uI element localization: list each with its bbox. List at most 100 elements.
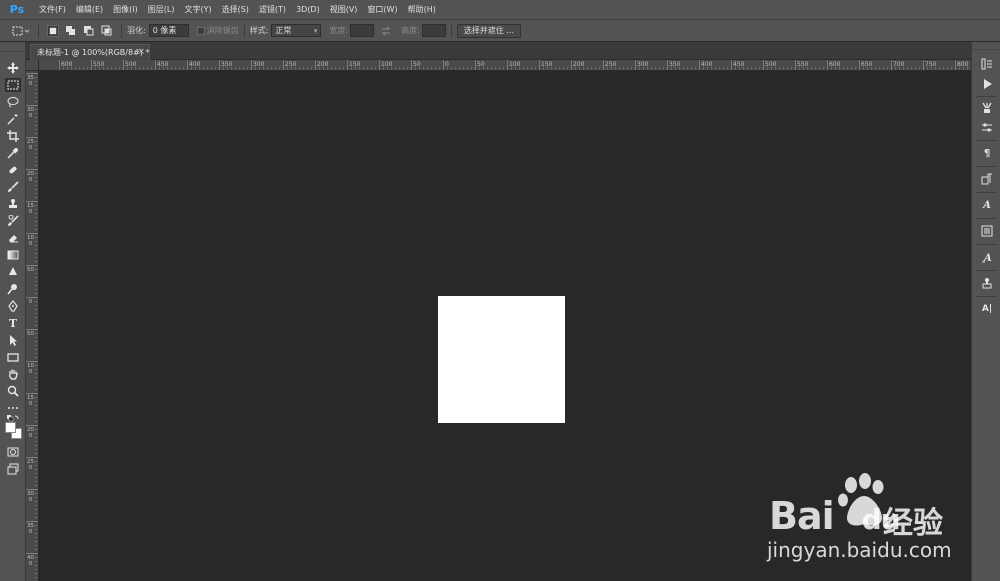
blur-tool-icon[interactable] xyxy=(5,265,21,279)
ruler-minor-tick xyxy=(175,67,176,70)
ruler-minor-tick xyxy=(35,237,38,238)
menu-image[interactable]: 图像(I) xyxy=(108,4,143,15)
ruler-minor-tick xyxy=(111,67,112,70)
paragraph-panel-icon[interactable]: ¶ xyxy=(979,145,995,161)
document-tab[interactable]: 未标题-1 @ 100%(RGB/8#) * × xyxy=(30,44,150,60)
ruler-minor-tick xyxy=(515,67,516,70)
close-icon[interactable]: × xyxy=(137,47,145,57)
ruler-minor-tick xyxy=(35,181,38,182)
ruler-minor-tick xyxy=(35,185,38,186)
menu-layer[interactable]: 图层(L) xyxy=(143,4,180,15)
actions-panel-icon[interactable] xyxy=(979,76,995,92)
ruler-minor-tick xyxy=(847,67,848,70)
ruler-major-tick xyxy=(763,60,764,70)
vertical-ruler[interactable]: 350 300 250 200 150 100 50 0 50 100 150 200 250 300 35… xyxy=(26,71,39,581)
menu-select[interactable]: 选择(S) xyxy=(217,4,254,15)
ruler-major-tick xyxy=(923,60,924,70)
ruler-minor-tick xyxy=(35,213,38,214)
tool-preset-picker-icon[interactable] xyxy=(12,25,30,37)
ruler-minor-tick xyxy=(627,67,628,70)
menu-view[interactable]: 视图(V) xyxy=(325,4,363,15)
character-styles-panel-icon[interactable]: A xyxy=(979,249,995,265)
brush-presets-panel-icon[interactable] xyxy=(979,100,995,116)
glyphs-panel-icon[interactable]: A| xyxy=(979,301,995,317)
properties-panel-icon[interactable] xyxy=(979,223,995,239)
ruler-minor-tick xyxy=(523,67,524,70)
ruler-minor-tick xyxy=(35,541,38,542)
ruler-minor-tick xyxy=(35,89,38,90)
new-selection-icon[interactable] xyxy=(47,24,59,37)
screen-mode-icon[interactable] xyxy=(5,462,21,476)
ruler-origin[interactable] xyxy=(26,60,39,71)
chevron-down-icon: ▾ xyxy=(313,26,318,35)
ruler-major-tick xyxy=(955,60,956,70)
pen-tool-icon[interactable] xyxy=(5,299,21,313)
ruler-minor-tick xyxy=(263,67,264,70)
ruler-minor-tick xyxy=(227,67,228,70)
ruler-minor-tick xyxy=(35,557,38,558)
brush-tool-icon[interactable] xyxy=(5,180,21,194)
ruler-minor-tick xyxy=(35,481,38,482)
menu-file[interactable]: 文件(F) xyxy=(34,4,71,15)
healing-brush-tool-icon[interactable] xyxy=(5,163,21,177)
zoom-tool-icon[interactable] xyxy=(5,384,21,398)
clone-stamp-tool-icon[interactable] xyxy=(5,197,21,211)
menu-edit[interactable]: 编辑(E) xyxy=(71,4,108,15)
add-to-selection-icon[interactable] xyxy=(65,25,77,37)
ruler-minor-tick xyxy=(139,67,140,70)
document-canvas[interactable] xyxy=(438,296,565,423)
menu-type[interactable]: 文字(Y) xyxy=(179,4,216,15)
ruler-minor-tick xyxy=(747,67,748,70)
dodge-tool-icon[interactable] xyxy=(5,282,21,296)
ruler-minor-tick xyxy=(883,67,884,70)
swap-dimensions-icon[interactable] xyxy=(380,25,392,37)
foreground-color-swatch[interactable] xyxy=(5,422,16,433)
horizontal-ruler[interactable]: 600 550 500 450 400 350 300 250 200 150 100 50 0 50 10… xyxy=(39,60,971,71)
ruler-minor-tick xyxy=(35,313,38,314)
ruler-minor-tick xyxy=(299,67,300,70)
ruler-minor-tick xyxy=(567,67,568,70)
ruler-minor-tick xyxy=(35,217,38,218)
rectangle-tool-icon[interactable] xyxy=(5,350,21,364)
menu-filter[interactable]: 滤镜(T) xyxy=(254,4,291,15)
antialias-checkbox[interactable] xyxy=(196,26,205,35)
clone-source-panel-icon[interactable] xyxy=(979,275,995,291)
eraser-tool-icon[interactable] xyxy=(5,231,21,245)
dock-grip[interactable] xyxy=(972,42,1000,50)
marquee-tool-icon[interactable] xyxy=(5,78,21,92)
ruler-major-tick xyxy=(411,60,412,70)
ruler-minor-tick xyxy=(35,121,38,122)
crop-tool-icon[interactable] xyxy=(5,129,21,143)
menu-help[interactable]: 帮助(H) xyxy=(403,4,441,15)
ruler-minor-tick xyxy=(63,67,64,70)
quick-mask-icon[interactable] xyxy=(5,445,21,459)
ruler-minor-tick xyxy=(199,67,200,70)
select-and-mask-button[interactable]: 选择并遮住 ... xyxy=(456,23,521,38)
width-input[interactable] xyxy=(350,24,375,37)
hand-tool-icon[interactable] xyxy=(5,367,21,381)
feather-input[interactable]: 0 像素 xyxy=(148,24,189,37)
lasso-tool-icon[interactable] xyxy=(5,95,21,109)
history-brush-tool-icon[interactable] xyxy=(5,214,21,228)
history-panel-icon[interactable] xyxy=(979,56,995,72)
path-selection-tool-icon[interactable] xyxy=(5,333,21,347)
eyedropper-tool-icon[interactable] xyxy=(5,146,21,160)
ruler-minor-tick xyxy=(75,67,76,70)
menu-3d[interactable]: 3D(D) xyxy=(291,5,325,14)
move-tool-icon[interactable] xyxy=(5,61,21,75)
panel-grip[interactable] xyxy=(0,42,25,52)
character-panel-icon[interactable]: A xyxy=(979,197,995,213)
intersect-selection-icon[interactable] xyxy=(101,25,113,37)
type-tool-icon[interactable]: T xyxy=(5,316,21,330)
ruler-major-tick xyxy=(443,60,444,70)
magic-wand-tool-icon[interactable] xyxy=(5,112,21,126)
paragraph-styles-panel-icon[interactable] xyxy=(979,171,995,187)
gradient-tool-icon[interactable] xyxy=(5,248,21,262)
style-select[interactable]: 正常 ▾ xyxy=(271,24,322,37)
adjustments-panel-icon[interactable] xyxy=(979,120,995,136)
subtract-from-selection-icon[interactable] xyxy=(83,25,95,37)
ruler-minor-tick xyxy=(107,67,108,70)
height-input[interactable] xyxy=(421,24,446,37)
menu-window[interactable]: 窗口(W) xyxy=(362,4,402,15)
ruler-minor-tick xyxy=(343,67,344,70)
